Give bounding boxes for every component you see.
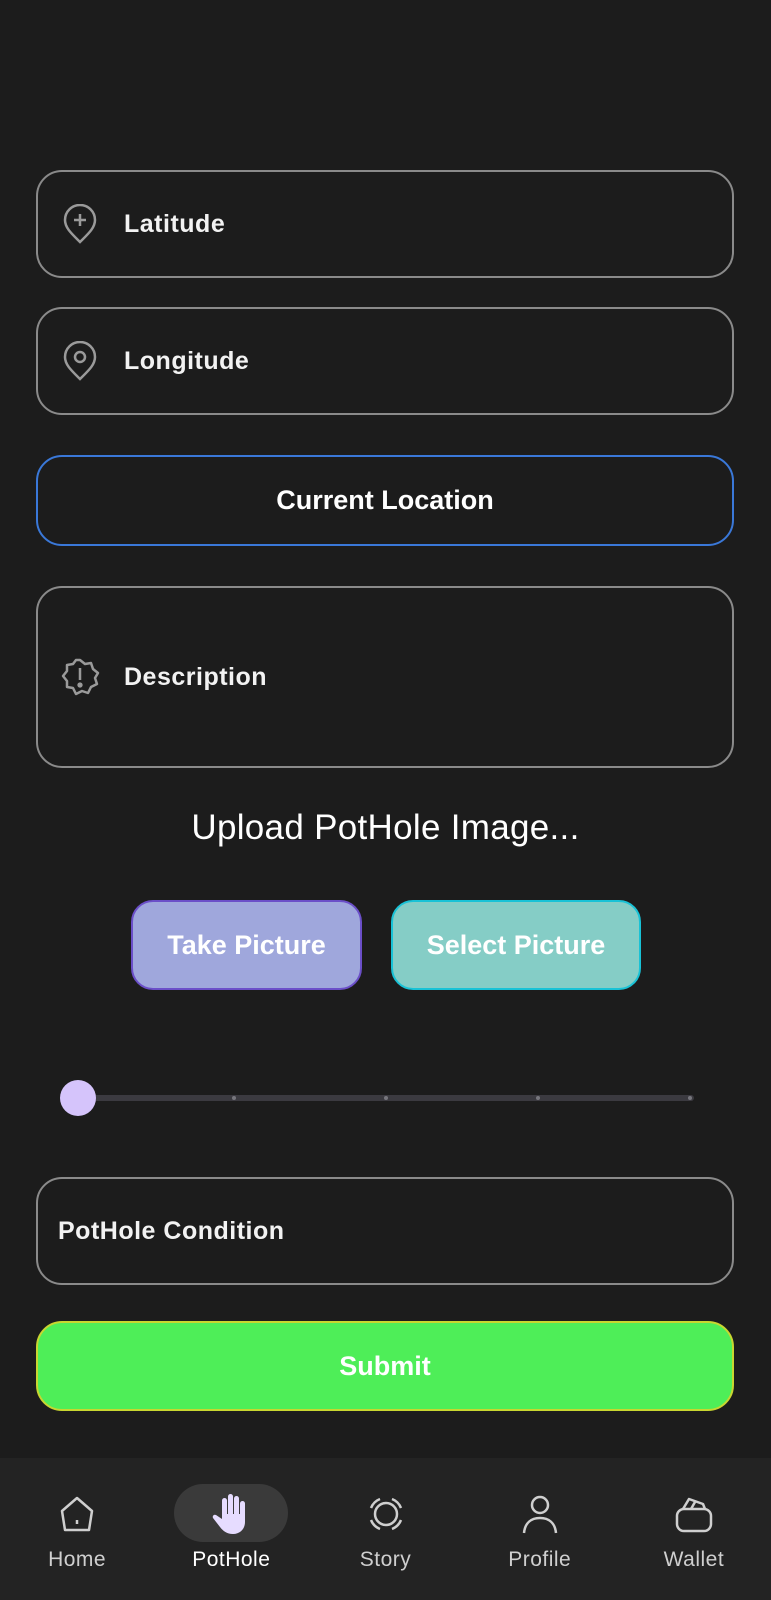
- person-icon: [518, 1492, 562, 1536]
- slider-tick: [232, 1096, 236, 1100]
- alert-badge-icon: [60, 657, 100, 697]
- latitude-label: Latitude: [124, 209, 226, 238]
- submit-label: Submit: [339, 1350, 431, 1381]
- description-field[interactable]: Description: [36, 586, 734, 768]
- home-icon: [55, 1492, 99, 1536]
- submit-button[interactable]: Submit: [36, 1321, 734, 1411]
- nav-label-pothole: PotHole: [192, 1548, 271, 1571]
- upload-title: Upload PotHole Image...: [191, 808, 580, 847]
- pothole-condition-field[interactable]: PotHole Condition: [36, 1177, 734, 1285]
- longitude-label: Longitude: [124, 346, 250, 375]
- pothole-condition-slider[interactable]: [60, 1080, 694, 1116]
- description-label: Description: [124, 662, 268, 691]
- nav-label-story: Story: [359, 1548, 412, 1571]
- wallet-icon: [672, 1492, 716, 1536]
- bottom-navigation: Home PotHole Story Profile Wallet: [0, 1458, 771, 1600]
- select-picture-label: Select Picture: [426, 929, 606, 960]
- nav-item-story[interactable]: Story: [308, 1458, 462, 1600]
- latitude-field[interactable]: Latitude: [36, 170, 734, 278]
- nav-item-pothole[interactable]: PotHole: [154, 1458, 308, 1600]
- slider-tick: [536, 1096, 540, 1100]
- nav-label-wallet: Wallet: [663, 1548, 725, 1571]
- current-location-button[interactable]: Current Location: [36, 455, 734, 546]
- nav-item-profile[interactable]: Profile: [463, 1458, 617, 1600]
- nav-item-wallet[interactable]: Wallet: [617, 1458, 771, 1600]
- take-picture-label: Take Picture: [167, 929, 326, 960]
- select-picture-button[interactable]: Select Picture: [391, 900, 641, 990]
- current-location-label: Current Location: [276, 485, 494, 515]
- add-location-icon: [60, 204, 100, 244]
- slider-tick: [384, 1096, 388, 1100]
- pothole-condition-label: PotHole Condition: [58, 1216, 285, 1245]
- take-picture-button[interactable]: Take Picture: [131, 900, 362, 990]
- story-icon: [364, 1492, 408, 1536]
- nav-label-home: Home: [48, 1548, 107, 1571]
- slider-tick: [688, 1096, 692, 1100]
- location-pin-icon: [60, 341, 100, 381]
- longitude-field[interactable]: Longitude: [36, 307, 734, 415]
- hand-icon: [209, 1492, 253, 1536]
- slider-thumb[interactable]: [60, 1080, 96, 1116]
- nav-item-home[interactable]: Home: [0, 1458, 154, 1600]
- nav-label-profile: Profile: [508, 1548, 572, 1571]
